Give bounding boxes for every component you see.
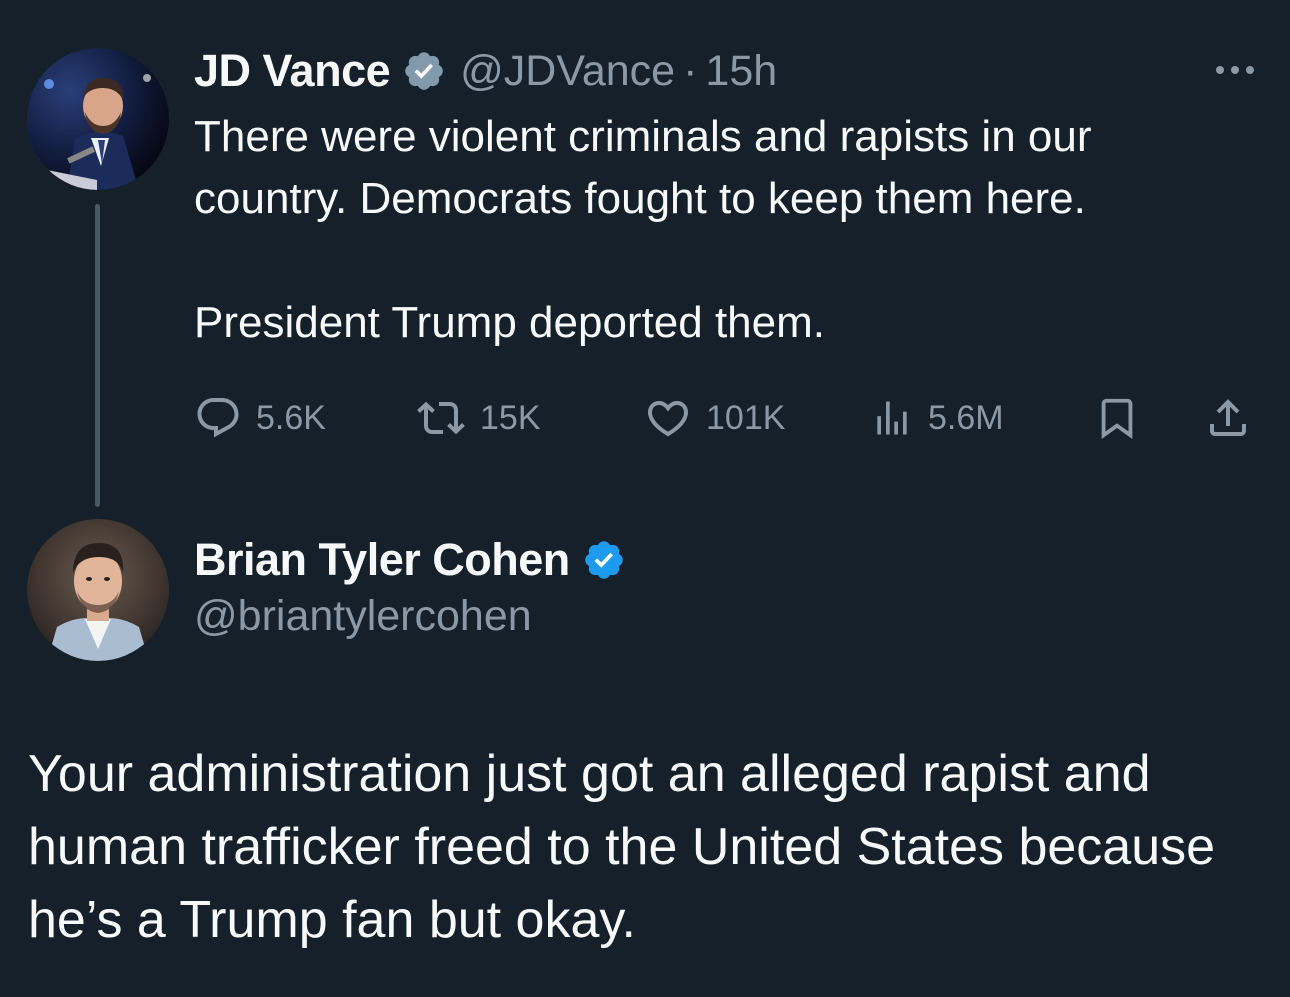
blue-verified-icon[interactable] <box>582 538 626 582</box>
views-button[interactable]: 5.6M <box>870 390 1004 446</box>
more-icon[interactable] <box>1210 55 1260 85</box>
reply-text: Your administration just got an alleged … <box>28 745 1216 949</box>
share-icon <box>1210 399 1246 436</box>
brian-tyler-cohen-avatar[interactable] <box>27 519 169 661</box>
heart-icon <box>647 401 689 437</box>
like-count: 101K <box>706 398 786 437</box>
post-timestamp[interactable]: 15h <box>705 47 777 96</box>
retweet-count: 15K <box>480 398 541 437</box>
retweet-button[interactable]: 15K <box>416 390 541 446</box>
share-button[interactable] <box>1204 390 1252 446</box>
post-header: JD Vance @JDVance · 15h <box>194 42 777 100</box>
author-handle[interactable]: @JDVance <box>460 47 675 96</box>
views-icon <box>877 401 907 435</box>
post-action-bar: 5.6K 15K 101K 5.6M <box>194 390 1260 446</box>
post-text: There were violent criminals and rapists… <box>194 106 1254 354</box>
avatar-photo <box>27 48 169 190</box>
post-text-paragraph: President Trump deported them. <box>194 298 825 347</box>
reply-author-handle[interactable]: @briantylercohen <box>194 592 626 641</box>
bookmark-button[interactable] <box>1094 390 1140 446</box>
reply-header: Brian Tyler Cohen @briantylercohen <box>194 530 626 641</box>
reply-count: 5.6K <box>256 398 326 437</box>
reply-icon <box>197 398 239 438</box>
like-button[interactable]: 101K <box>644 390 785 446</box>
views-count: 5.6M <box>928 398 1004 437</box>
separator-dot: · <box>683 46 698 95</box>
avatar-photo <box>27 519 169 661</box>
gray-verified-icon[interactable] <box>402 49 446 93</box>
thread-connector-line <box>95 204 100 507</box>
bookmark-icon <box>1101 398 1133 439</box>
jd-vance-avatar[interactable] <box>27 48 169 190</box>
reply-button[interactable]: 5.6K <box>194 390 326 446</box>
reply-author-name[interactable]: Brian Tyler Cohen <box>194 534 570 586</box>
retweet-icon <box>417 401 465 435</box>
post-text-paragraph: There were violent criminals and rapists… <box>194 112 1092 223</box>
author-name[interactable]: JD Vance <box>194 45 391 97</box>
